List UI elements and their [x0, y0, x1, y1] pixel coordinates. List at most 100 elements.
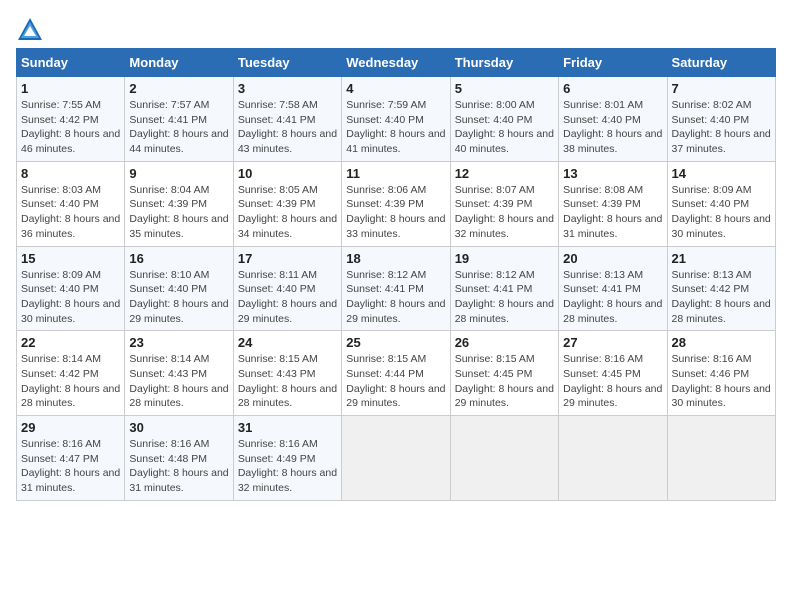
day-number: 26 [455, 335, 554, 350]
day-number: 24 [238, 335, 337, 350]
calendar-cell: 22Sunrise: 8:14 AMSunset: 4:42 PMDayligh… [17, 331, 125, 416]
day-number: 30 [129, 420, 228, 435]
day-info: Sunrise: 7:59 AMSunset: 4:40 PMDaylight:… [346, 99, 445, 155]
day-number: 7 [672, 81, 771, 96]
calendar-cell: 5Sunrise: 8:00 AMSunset: 4:40 PMDaylight… [450, 77, 558, 162]
calendar-cell: 28 Sunrise: 8:16 AMSunset: 4:46 PMDayligh… [667, 331, 775, 416]
day-info: Sunrise: 8:16 AMSunset: 4:46 PMDaylight:… [672, 353, 771, 409]
calendar-cell: 23Sunrise: 8:14 AMSunset: 4:43 PMDayligh… [125, 331, 233, 416]
day-info: Sunrise: 8:10 AMSunset: 4:40 PMDaylight:… [129, 269, 228, 325]
calendar-cell: 27 Sunrise: 8:16 AMSunset: 4:45 PMDayligh… [559, 331, 667, 416]
day-info: Sunrise: 8:04 AMSunset: 4:39 PMDaylight:… [129, 184, 228, 240]
calendar-cell [667, 416, 775, 501]
calendar-cell: 8 Sunrise: 8:03 AMSunset: 4:40 PMDaylight… [17, 161, 125, 246]
day-info: Sunrise: 8:09 AMSunset: 4:40 PMDaylight:… [672, 184, 771, 240]
day-info: Sunrise: 8:05 AMSunset: 4:39 PMDaylight:… [238, 184, 337, 240]
day-info: Sunrise: 8:03 AMSunset: 4:40 PMDaylight:… [21, 184, 120, 240]
week-row-2: 8 Sunrise: 8:03 AMSunset: 4:40 PMDaylight… [17, 161, 776, 246]
day-number: 21 [672, 251, 771, 266]
calendar-cell: 11 Sunrise: 8:06 AMSunset: 4:39 PMDayligh… [342, 161, 450, 246]
day-info: Sunrise: 8:01 AMSunset: 4:40 PMDaylight:… [563, 99, 662, 155]
day-info: Sunrise: 8:15 AMSunset: 4:44 PMDaylight:… [346, 353, 445, 409]
day-number: 20 [563, 251, 662, 266]
day-info: Sunrise: 8:16 AMSunset: 4:48 PMDaylight:… [129, 438, 228, 494]
day-info: Sunrise: 8:12 AMSunset: 4:41 PMDaylight:… [455, 269, 554, 325]
week-row-1: 1Sunrise: 7:55 AMSunset: 4:42 PMDaylight… [17, 77, 776, 162]
header-saturday: Saturday [667, 49, 775, 77]
day-info: Sunrise: 8:13 AMSunset: 4:41 PMDaylight:… [563, 269, 662, 325]
day-number: 8 [21, 166, 120, 181]
day-number: 28 [672, 335, 771, 350]
day-info: Sunrise: 8:15 AMSunset: 4:43 PMDaylight:… [238, 353, 337, 409]
day-number: 27 [563, 335, 662, 350]
calendar-header-row: SundayMondayTuesdayWednesdayThursdayFrid… [17, 49, 776, 77]
day-number: 19 [455, 251, 554, 266]
calendar-cell [450, 416, 558, 501]
day-number: 29 [21, 420, 120, 435]
calendar-cell [342, 416, 450, 501]
day-info: Sunrise: 8:16 AMSunset: 4:49 PMDaylight:… [238, 438, 337, 494]
day-info: Sunrise: 8:06 AMSunset: 4:39 PMDaylight:… [346, 184, 445, 240]
logo-icon [16, 16, 44, 44]
day-number: 11 [346, 166, 445, 181]
day-info: Sunrise: 8:08 AMSunset: 4:39 PMDaylight:… [563, 184, 662, 240]
header-tuesday: Tuesday [233, 49, 341, 77]
header-wednesday: Wednesday [342, 49, 450, 77]
day-number: 25 [346, 335, 445, 350]
calendar-cell: 7 Sunrise: 8:02 AMSunset: 4:40 PMDaylight… [667, 77, 775, 162]
calendar-cell: 15Sunrise: 8:09 AMSunset: 4:40 PMDayligh… [17, 246, 125, 331]
day-info: Sunrise: 8:14 AMSunset: 4:42 PMDaylight:… [21, 353, 120, 409]
day-info: Sunrise: 8:16 AMSunset: 4:45 PMDaylight:… [563, 353, 662, 409]
header-monday: Monday [125, 49, 233, 77]
calendar-cell: 25 Sunrise: 8:15 AMSunset: 4:44 PMDayligh… [342, 331, 450, 416]
calendar-cell: 31 Sunrise: 8:16 AMSunset: 4:49 PMDayligh… [233, 416, 341, 501]
header-sunday: Sunday [17, 49, 125, 77]
calendar-cell: 30 Sunrise: 8:16 AMSunset: 4:48 PMDayligh… [125, 416, 233, 501]
calendar-cell: 24 Sunrise: 8:15 AMSunset: 4:43 PMDayligh… [233, 331, 341, 416]
day-number: 1 [21, 81, 120, 96]
calendar-cell: 2Sunrise: 7:57 AMSunset: 4:41 PMDaylight… [125, 77, 233, 162]
calendar-cell: 21 Sunrise: 8:13 AMSunset: 4:42 PMDayligh… [667, 246, 775, 331]
day-number: 13 [563, 166, 662, 181]
calendar-cell: 9 Sunrise: 8:04 AMSunset: 4:39 PMDaylight… [125, 161, 233, 246]
calendar-cell: 4 Sunrise: 7:59 AMSunset: 4:40 PMDaylight… [342, 77, 450, 162]
day-number: 31 [238, 420, 337, 435]
day-info: Sunrise: 8:12 AMSunset: 4:41 PMDaylight:… [346, 269, 445, 325]
calendar-cell: 1Sunrise: 7:55 AMSunset: 4:42 PMDaylight… [17, 77, 125, 162]
calendar-cell: 16 Sunrise: 8:10 AMSunset: 4:40 PMDayligh… [125, 246, 233, 331]
day-number: 18 [346, 251, 445, 266]
calendar-cell: 20 Sunrise: 8:13 AMSunset: 4:41 PMDayligh… [559, 246, 667, 331]
day-info: Sunrise: 8:07 AMSunset: 4:39 PMDaylight:… [455, 184, 554, 240]
day-number: 16 [129, 251, 228, 266]
day-info: Sunrise: 8:13 AMSunset: 4:42 PMDaylight:… [672, 269, 771, 325]
calendar-cell: 29 Sunrise: 8:16 AMSunset: 4:47 PMDayligh… [17, 416, 125, 501]
calendar-cell: 13 Sunrise: 8:08 AMSunset: 4:39 PMDayligh… [559, 161, 667, 246]
day-info: Sunrise: 8:02 AMSunset: 4:40 PMDaylight:… [672, 99, 771, 155]
calendar-table: SundayMondayTuesdayWednesdayThursdayFrid… [16, 48, 776, 501]
day-number: 9 [129, 166, 228, 181]
week-row-4: 22Sunrise: 8:14 AMSunset: 4:42 PMDayligh… [17, 331, 776, 416]
calendar-cell [559, 416, 667, 501]
calendar-cell: 12 Sunrise: 8:07 AMSunset: 4:39 PMDayligh… [450, 161, 558, 246]
day-info: Sunrise: 8:14 AMSunset: 4:43 PMDaylight:… [129, 353, 228, 409]
calendar-cell: 3Sunrise: 7:58 AMSunset: 4:41 PMDaylight… [233, 77, 341, 162]
day-number: 4 [346, 81, 445, 96]
calendar-cell: 6 Sunrise: 8:01 AMSunset: 4:40 PMDaylight… [559, 77, 667, 162]
day-info: Sunrise: 8:09 AMSunset: 4:40 PMDaylight:… [21, 269, 120, 325]
day-number: 10 [238, 166, 337, 181]
day-number: 12 [455, 166, 554, 181]
calendar-cell: 19 Sunrise: 8:12 AMSunset: 4:41 PMDayligh… [450, 246, 558, 331]
page-header [16, 16, 776, 44]
day-number: 3 [238, 81, 337, 96]
calendar-cell: 18 Sunrise: 8:12 AMSunset: 4:41 PMDayligh… [342, 246, 450, 331]
day-number: 14 [672, 166, 771, 181]
header-friday: Friday [559, 49, 667, 77]
day-number: 6 [563, 81, 662, 96]
calendar-cell: 14 Sunrise: 8:09 AMSunset: 4:40 PMDayligh… [667, 161, 775, 246]
day-info: Sunrise: 7:57 AMSunset: 4:41 PMDaylight:… [129, 99, 228, 155]
day-number: 17 [238, 251, 337, 266]
day-number: 5 [455, 81, 554, 96]
day-info: Sunrise: 8:16 AMSunset: 4:47 PMDaylight:… [21, 438, 120, 494]
calendar-cell: 17Sunrise: 8:11 AMSunset: 4:40 PMDayligh… [233, 246, 341, 331]
header-thursday: Thursday [450, 49, 558, 77]
